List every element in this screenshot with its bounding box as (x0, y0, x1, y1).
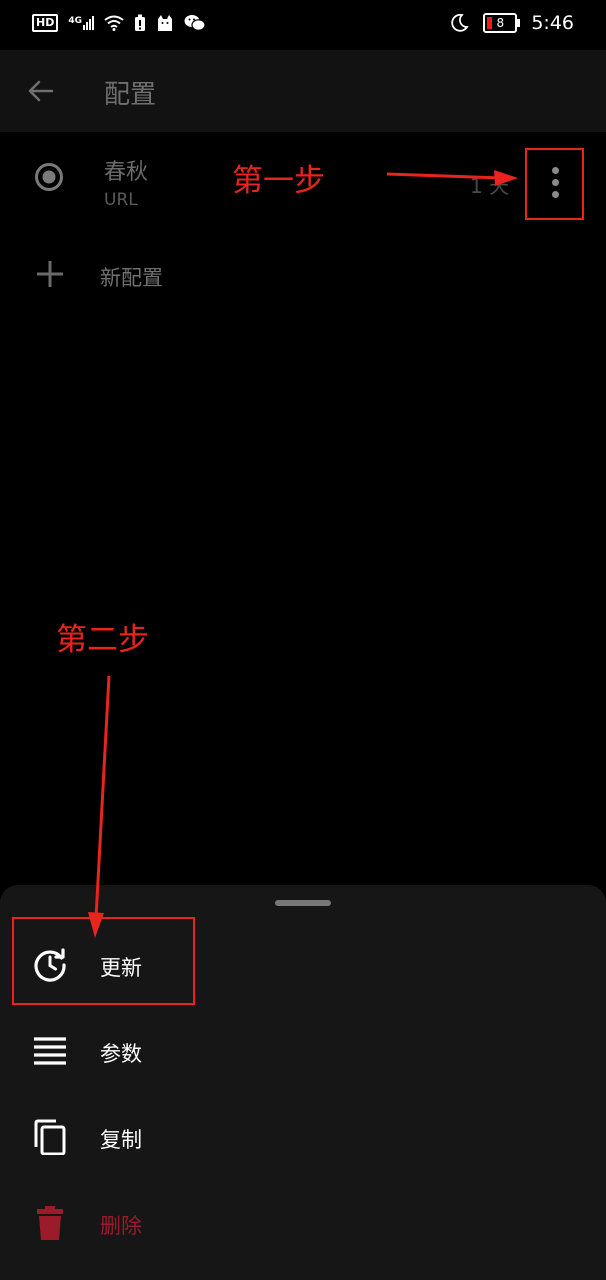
settings-lines-icon (34, 1037, 66, 1065)
menu-item-label: 复制 (100, 1128, 142, 1152)
profile-type: URL (104, 190, 138, 210)
status-bar: HD 4G 8 5:46 (0, 0, 606, 50)
new-profile-row[interactable]: 新配置 (0, 240, 606, 310)
menu-item-copy[interactable]: 复制 (0, 1097, 606, 1177)
menu-item-label: 删除 (100, 1214, 142, 1238)
annotation-box-update (12, 917, 195, 1005)
hd-icon: HD (32, 14, 59, 32)
status-right: 8 5:46 (449, 12, 574, 34)
battery-icon: 8 (483, 13, 521, 33)
signal-4g-icon: 4G (68, 16, 94, 30)
menu-item-delete[interactable]: 删除 (0, 1183, 606, 1263)
annotation-step2: 第二步 (56, 622, 149, 658)
page-title: 配置 (104, 80, 157, 110)
plus-icon (37, 261, 63, 287)
app-bar: 配置 (0, 50, 606, 132)
copy-icon (34, 1119, 66, 1155)
menu-item-params[interactable]: 参数 (0, 1011, 606, 1091)
battery-level: 8 (496, 16, 505, 30)
status-time: 5:46 (531, 12, 574, 34)
sheet-drag-handle[interactable] (275, 900, 331, 906)
arrow-step2 (94, 675, 111, 919)
moon-icon (451, 13, 469, 32)
new-profile-label: 新配置 (100, 266, 163, 290)
network-type-label: 4G (68, 16, 82, 26)
cat-app-icon (158, 15, 172, 31)
status-left: HD 4G (32, 14, 206, 32)
radio-selected-icon[interactable] (34, 162, 64, 192)
back-arrow-icon[interactable] (26, 76, 56, 106)
annotation-box-more (525, 148, 584, 220)
wechat-icon (184, 15, 206, 31)
wifi-icon (104, 15, 124, 31)
menu-item-label: 参数 (100, 1042, 142, 1066)
profile-updated: 1 天 (470, 174, 510, 198)
profile-name: 春秋 (104, 160, 149, 185)
trash-icon (37, 1206, 63, 1240)
battery-saver-icon (135, 14, 145, 31)
annotation-step1: 第一步 (232, 163, 325, 199)
